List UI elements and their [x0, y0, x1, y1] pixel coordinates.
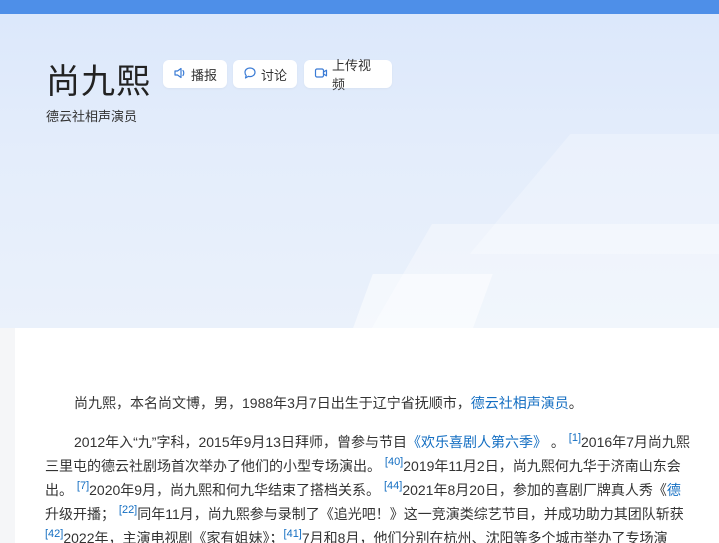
- upload-video-label: 上传视频: [332, 58, 372, 92]
- body-line: 升级开播； [22]同年11月，尚九熙参与录制了《追光吧！》这一竞演类综艺节目，…: [45, 504, 684, 523]
- discuss-label: 讨论: [261, 67, 288, 83]
- broadcast-label: 播报: [191, 67, 218, 83]
- intro-paragraph: 尚九熙，本名尚文博，男，1988年3月7日出生于辽宁省抚顺市，德云社相声演员。: [74, 395, 583, 411]
- broadcast-button[interactable]: 播报: [163, 60, 227, 88]
- page-subtitle: 德云社相声演员: [46, 109, 138, 124]
- hero-banner: 尚九熙 德云社相声演员 播报 讨论 上传视频: [0, 14, 719, 328]
- body-paragraph: 2012年入“九”字科，2015年9月13日拜师，曾参与节目《欢乐喜剧人第六季》…: [45, 430, 719, 543]
- speaker-icon: [173, 66, 187, 83]
- citation-ref[interactable]: [1]: [569, 432, 581, 444]
- citation-ref[interactable]: [22]: [119, 504, 137, 516]
- discuss-button[interactable]: 讨论: [233, 60, 297, 88]
- upload-video-button[interactable]: 上传视频: [304, 58, 392, 92]
- top-bar: [0, 0, 719, 14]
- show-link[interactable]: 《欢乐喜剧人第六季》: [407, 434, 547, 450]
- citation-ref[interactable]: [44]: [384, 480, 402, 492]
- decor-shape: [469, 134, 719, 254]
- body-line: 三里屯的德云社剧场首次举办了他们的小型专场演出。 [40]2019年11月2日，…: [45, 456, 681, 475]
- body-line: [42]2022年，主演电视剧《家有姐妹》；[41]7月和8月，他们分别在杭州、…: [45, 528, 668, 543]
- show-link[interactable]: 德: [667, 482, 681, 498]
- citation-ref[interactable]: [42]: [45, 528, 63, 540]
- citation-ref[interactable]: [41]: [284, 528, 302, 540]
- body-line: 出。 [7]2020年9月，尚九熙和何九华结束了搭档关系。 [44]2021年8…: [45, 480, 681, 499]
- video-icon: [314, 66, 328, 83]
- body-line: 2012年入“九”字科，2015年9月13日拜师，曾参与节目《欢乐喜剧人第六季》…: [74, 432, 690, 451]
- chat-bubble-icon: [243, 66, 257, 83]
- article-content: 尚九熙，本名尚文博，男，1988年3月7日出生于辽宁省抚顺市，德云社相声演员。 …: [15, 328, 719, 543]
- decor-shape: [347, 274, 493, 328]
- citation-ref[interactable]: [40]: [385, 456, 403, 468]
- citation-ref[interactable]: [7]: [77, 480, 89, 492]
- intro-link[interactable]: 德云社相声演员: [471, 395, 569, 411]
- page-title: 尚九熙: [46, 62, 151, 102]
